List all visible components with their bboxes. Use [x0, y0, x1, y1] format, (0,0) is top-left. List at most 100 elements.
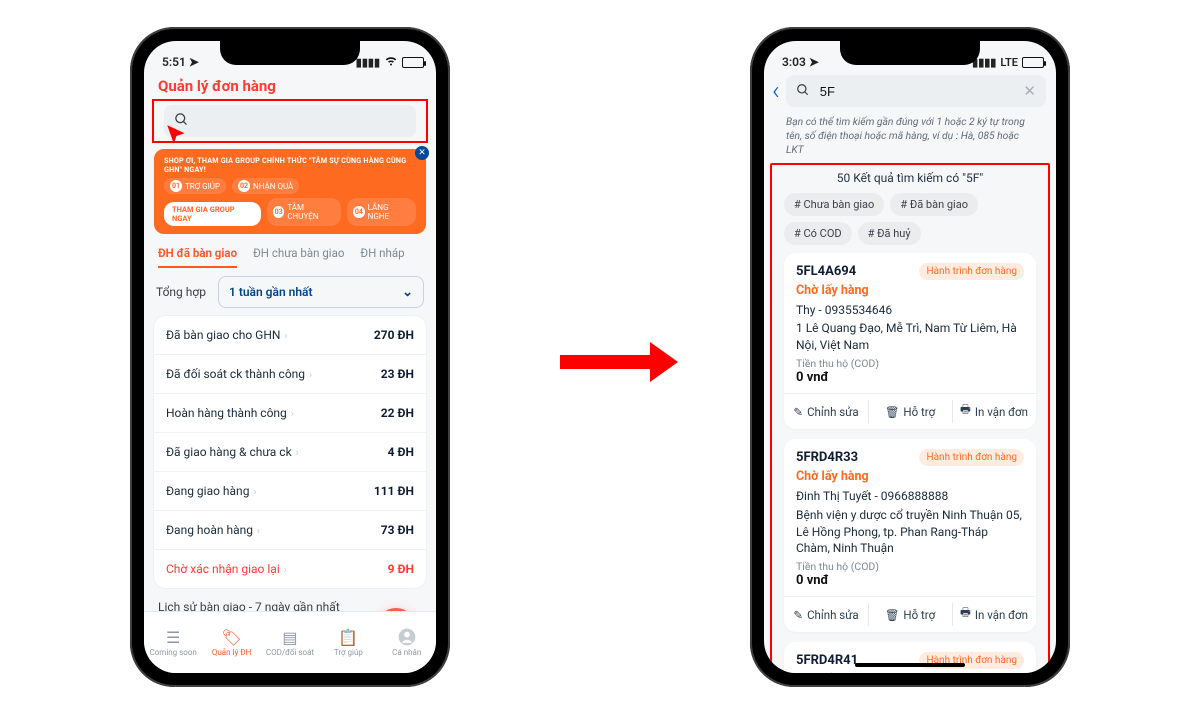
- promo-banner[interactable]: ✕ SHOP ƠI, THAM GIA GROUP CHÍNH THỨC "TÂ…: [154, 149, 426, 234]
- page-title: Quản lý đơn hàng: [144, 71, 436, 97]
- status-row[interactable]: Đang hoàn hàng›73 ĐH: [154, 510, 426, 549]
- flow-arrow: [560, 342, 678, 382]
- order-address: Bệnh viện y dược cổ truyền Ninh Thuận 05…: [796, 507, 1024, 557]
- cod-label: Tiền thu hộ (COD): [796, 357, 1024, 370]
- order-code: 5FL4A694: [796, 264, 856, 279]
- screen-right: 3:03 ➤ ▮▮▮▮ LTE ‹ ✕ Bạn có thể tìm kiếm …: [764, 41, 1056, 673]
- tab-draft[interactable]: ĐH nháp: [360, 246, 404, 268]
- banner-pill: 02NHẬN QUÀ: [232, 178, 299, 194]
- cursor-annotation-icon: [164, 123, 190, 149]
- phone-frame-left: 5:51 ➤ ▮▮▮▮ Quản lý đơn hàng ✕: [130, 27, 450, 687]
- notch: [840, 41, 980, 65]
- chevron-right-icon: ›: [284, 565, 287, 576]
- printer-icon: 🖶: [960, 402, 971, 421]
- barcode-icon: ▤: [279, 628, 301, 646]
- wifi-icon: [384, 56, 398, 69]
- bottom-nav: ☰Coming soon 🏷Quản lý ĐH ▤COD/đối soát 📋…: [144, 611, 436, 673]
- tab-delivered[interactable]: ĐH đã bàn giao: [158, 246, 237, 268]
- action-print[interactable]: 🖶In vận đơn: [952, 394, 1036, 429]
- nav-orders[interactable]: 🏷Quản lý ĐH: [204, 628, 260, 657]
- location-icon: ➤: [809, 55, 819, 69]
- status-row[interactable]: Hoàn hàng thành công›22 ĐH: [154, 393, 426, 432]
- chevron-right-icon: ›: [284, 331, 287, 342]
- order-amount: 0 vnđ: [796, 370, 1024, 385]
- highlight-search-annotation: [152, 99, 428, 143]
- trash-icon: 🗑: [885, 608, 900, 622]
- search-input[interactable]: [164, 105, 416, 137]
- location-icon: ➤: [189, 55, 199, 69]
- nav-coming-soon[interactable]: ☰Coming soon: [145, 628, 201, 657]
- banner-pill: 04LẮNG NGHE: [347, 198, 416, 226]
- search-input[interactable]: ✕: [786, 75, 1046, 107]
- result-card[interactable]: 5FL4A694 Hành trình đơn hàng Chờ lấy hàn…: [784, 253, 1036, 429]
- banner-pill: 03TÂM CHUYỆN: [267, 198, 341, 226]
- screen-left: 5:51 ➤ ▮▮▮▮ Quản lý đơn hàng ✕: [144, 41, 436, 673]
- search-icon: [796, 83, 810, 100]
- chevron-right-icon: ›: [291, 409, 294, 420]
- clock: 5:51: [162, 55, 186, 69]
- search-header: ‹ ✕: [764, 71, 1056, 111]
- order-code: 5FRD4R41: [796, 653, 858, 668]
- highlight-results-annotation: 50 Kết quả tìm kiếm có "5F" # Chưa bàn g…: [770, 163, 1050, 673]
- network-label: LTE: [1000, 56, 1018, 69]
- chevron-down-icon: ⌄: [402, 285, 413, 300]
- trash-icon: 🗑: [885, 405, 900, 419]
- action-print[interactable]: 🖶In vận đơn: [952, 597, 1036, 632]
- status-row[interactable]: Đã bàn giao cho GHN›270 ĐH: [154, 316, 426, 354]
- nav-help[interactable]: 📋Trợ giúp: [320, 628, 376, 657]
- chip-cancelled[interactable]: # Đã huỷ: [858, 222, 921, 245]
- clear-icon[interactable]: ✕: [1023, 82, 1036, 100]
- clipboard-icon: 📋: [337, 628, 359, 646]
- chip-not-delivered[interactable]: # Chưa bàn giao: [784, 193, 884, 216]
- chevron-right-icon: ›: [309, 370, 312, 381]
- cod-label: Tiền thu hộ (COD): [796, 560, 1024, 573]
- chevron-right-icon: ›: [257, 526, 260, 537]
- printer-icon: 🖶: [960, 605, 971, 624]
- chip-cod[interactable]: # Có COD: [784, 222, 852, 245]
- action-edit[interactable]: ✎Chỉnh sửa: [784, 394, 868, 429]
- battery-icon: [402, 57, 424, 68]
- week-select[interactable]: 1 tuần gần nhất ⌄: [218, 276, 424, 308]
- summary-label: Tổng hợp: [156, 285, 206, 299]
- order-amount: 0 vnđ: [796, 573, 1024, 588]
- nav-cod[interactable]: ▤COD/đối soát: [262, 628, 318, 657]
- result-card[interactable]: 5FRD4R33 Hành trình đơn hàng Chờ lấy hàn…: [784, 439, 1036, 632]
- status-row[interactable]: Chờ xác nhận giao lại›9 ĐH: [154, 549, 426, 588]
- order-address: 1 Lê Quang Đạo, Mễ Trì, Nam Từ Liêm, Hà …: [796, 320, 1024, 354]
- search-help-text: Bạn có thể tìm kiếm gần đúng với 1 hoặc …: [764, 111, 1056, 163]
- result-card[interactable]: 5FRD4R41 Hành trình đơn hàng Chờ lấy hàn…: [784, 642, 1036, 673]
- status-row[interactable]: Đang giao hàng›111 ĐH: [154, 471, 426, 510]
- phone-frame-right: 3:03 ➤ ▮▮▮▮ LTE ‹ ✕ Bạn có thể tìm kiếm …: [750, 27, 1070, 687]
- status-row[interactable]: Đã đối soát ck thành công›23 ĐH: [154, 354, 426, 393]
- filter-chips: # Chưa bàn giao # Đã bàn giao # Có COD #…: [772, 193, 1048, 253]
- battery-icon: [1022, 57, 1044, 68]
- status-row[interactable]: Đã giao hàng & chưa ck›4 ĐH: [154, 432, 426, 471]
- close-icon[interactable]: ✕: [415, 146, 429, 160]
- order-status: Chờ lấy hàng: [796, 469, 1024, 484]
- banner-cta[interactable]: THAM GIA GROUP NGAY: [164, 202, 261, 226]
- chevron-right-icon: ›: [296, 448, 299, 459]
- summary-row: Tổng hợp 1 tuần gần nhất ⌄: [144, 268, 436, 316]
- back-button[interactable]: ‹: [772, 76, 780, 106]
- chevron-right-icon: ›: [253, 487, 256, 498]
- order-tabs: ĐH đã bàn giao ĐH chưa bàn giao ĐH nháp: [144, 240, 436, 268]
- order-status: Chờ lấy hàng: [796, 672, 1024, 673]
- nav-profile[interactable]: Cá nhân: [379, 628, 435, 657]
- tab-not-delivered[interactable]: ĐH chưa bàn giao: [253, 246, 344, 268]
- action-support[interactable]: 🗑Hỗ trợ: [868, 597, 952, 632]
- home-indicator: [855, 663, 965, 667]
- action-support[interactable]: 🗑Hỗ trợ: [868, 394, 952, 429]
- status-list: Đã bàn giao cho GHN›270 ĐH Đã đối soát c…: [154, 316, 426, 588]
- order-code: 5FRD4R33: [796, 450, 858, 465]
- menu-icon: ☰: [162, 628, 184, 646]
- banner-pill: 01TRỢ GIÚP: [164, 178, 226, 194]
- signal-icon: ▮▮▮▮: [356, 56, 380, 69]
- journey-badge[interactable]: Hành trình đơn hàng: [919, 263, 1024, 280]
- chip-delivered[interactable]: # Đã bàn giao: [890, 193, 978, 216]
- clock: 3:03: [782, 55, 806, 69]
- journey-badge[interactable]: Hành trình đơn hàng: [919, 449, 1024, 466]
- tag-icon: 🏷: [221, 628, 243, 646]
- order-status: Chờ lấy hàng: [796, 283, 1024, 298]
- result-count: 50 Kết quả tìm kiếm có "5F": [772, 167, 1048, 193]
- action-edit[interactable]: ✎Chỉnh sửa: [784, 597, 868, 632]
